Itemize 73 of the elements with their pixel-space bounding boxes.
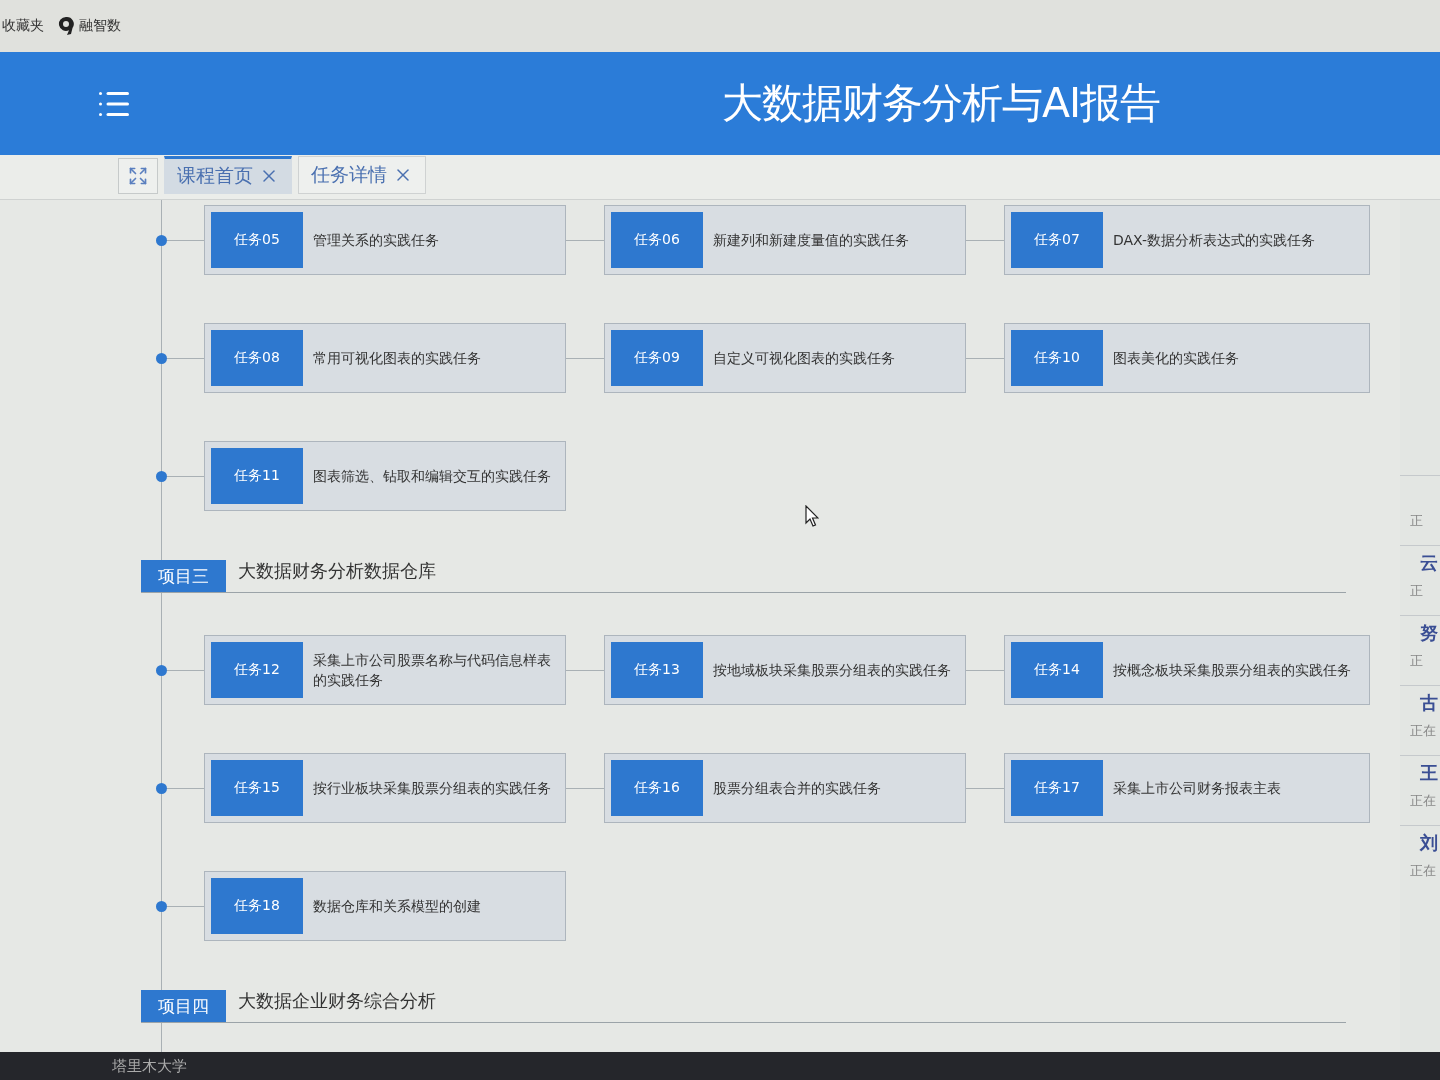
fullscreen-icon [128,166,148,186]
task-number: 任务05 [211,212,303,268]
task-name: 按行业板块采集股票分组表的实践任务 [313,779,551,798]
task-number: 任务15 [211,760,303,816]
task-number: 任务10 [1011,330,1103,386]
task-card[interactable]: 任务09 自定义可视化图表的实践任务 [604,323,966,393]
person-name: 古 [1420,692,1438,714]
page-title: 大数据财务分析与AI报告 [722,78,1161,129]
task-number: 任务09 [611,330,703,386]
task-number: 任务12 [211,642,303,698]
task-number: 任务17 [1011,760,1103,816]
timeline-dot-icon [156,471,167,482]
person-name: 刘 [1420,832,1438,854]
task-card[interactable]: 任务16 股票分组表合并的实践任务 [604,753,966,823]
status-text: 正在 [1410,792,1436,810]
status-text: 正在 [1410,862,1436,880]
task-number: 任务06 [611,212,703,268]
project-tag: 项目四 [141,990,226,1022]
task-name: 自定义可视化图表的实践任务 [713,349,895,368]
task-card[interactable]: 任务13 按地域板块采集股票分组表的实践任务 [604,635,966,705]
person-name: 王 [1420,762,1438,784]
task-name: 按概念板块采集股票分组表的实践任务 [1113,661,1351,680]
task-name: 按地域板块采集股票分组表的实践任务 [713,661,951,680]
fullscreen-button[interactable] [118,158,158,194]
task-number: 任务18 [211,878,303,934]
task-number: 任务07 [1011,212,1103,268]
bookmark-link[interactable]: 融智数 [79,17,121,35]
task-number: 任务08 [211,330,303,386]
task-card[interactable]: 任务15 按行业板块采集股票分组表的实践任务 [204,753,566,823]
task-name: 采集上市公司财务报表主表 [1113,779,1281,798]
tab[interactable]: 课程首页 [164,156,292,194]
bookmark-link[interactable]: 收藏夹 [2,17,44,35]
task-card[interactable]: 任务12 采集上市公司股票名称与代码信息样表的实践任务 [204,635,566,705]
task-card[interactable]: 任务18 数据仓库和关系模型的创建 [204,871,566,941]
task-name: 股票分组表合并的实践任务 [713,779,881,798]
task-card[interactable]: 任务10 图表美化的实践任务 [1004,323,1370,393]
task-card[interactable]: 任务05 管理关系的实践任务 [204,205,566,275]
timeline-dot-icon [156,235,167,246]
task-card[interactable]: 任务17 采集上市公司财务报表主表 [1004,753,1370,823]
task-name: 管理关系的实践任务 [313,231,439,250]
task-card[interactable]: 任务14 按概念板块采集股票分组表的实践任务 [1004,635,1370,705]
task-name: DAX-数据分析表达式的实践任务 [1113,231,1316,250]
timeline-dot-icon [156,353,167,364]
task-card[interactable]: 任务06 新建列和新建度量值的实践任务 [604,205,966,275]
task-card[interactable]: 任务11 图表筛选、钻取和编辑交互的实践任务 [204,441,566,511]
task-name: 常用可视化图表的实践任务 [313,349,481,368]
person-name: 努 [1420,622,1438,644]
task-number: 任务11 [211,448,303,504]
task-number: 任务14 [1011,642,1103,698]
task-number: 任务13 [611,642,703,698]
project-tag: 项目三 [141,560,226,592]
task-name: 采集上市公司股票名称与代码信息样表的实践任务 [313,651,552,690]
project-title: 大数据企业财务综合分析 [237,989,436,1013]
person-name: 云 [1420,552,1438,574]
task-name: 新建列和新建度量值的实践任务 [713,231,909,250]
task-name: 图表美化的实践任务 [1113,349,1239,368]
timeline-dot-icon [156,665,167,676]
task-card[interactable]: 任务08 常用可视化图表的实践任务 [204,323,566,393]
task-number: 任务16 [611,760,703,816]
tab[interactable]: 任务详情 [298,156,426,194]
task-name: 图表筛选、钻取和编辑交互的实践任务 [313,467,551,486]
mouse-cursor-icon [805,505,819,527]
task-name: 数据仓库和关系模型的创建 [313,897,481,916]
taskbar-label: 塔里木大学 [112,1056,187,1076]
status-text: 正在 [1410,722,1436,740]
timeline-dot-icon [156,783,167,794]
timeline-dot-icon [156,901,167,912]
status-text: 正 [1410,652,1423,670]
project-title: 大数据财务分析数据仓库 [237,559,436,583]
task-card[interactable]: 任务07 DAX-数据分析表达式的实践任务 [1004,205,1370,275]
status-text: 正 [1410,512,1423,530]
status-text: 正 [1410,582,1423,600]
site-logo-icon [58,16,74,36]
